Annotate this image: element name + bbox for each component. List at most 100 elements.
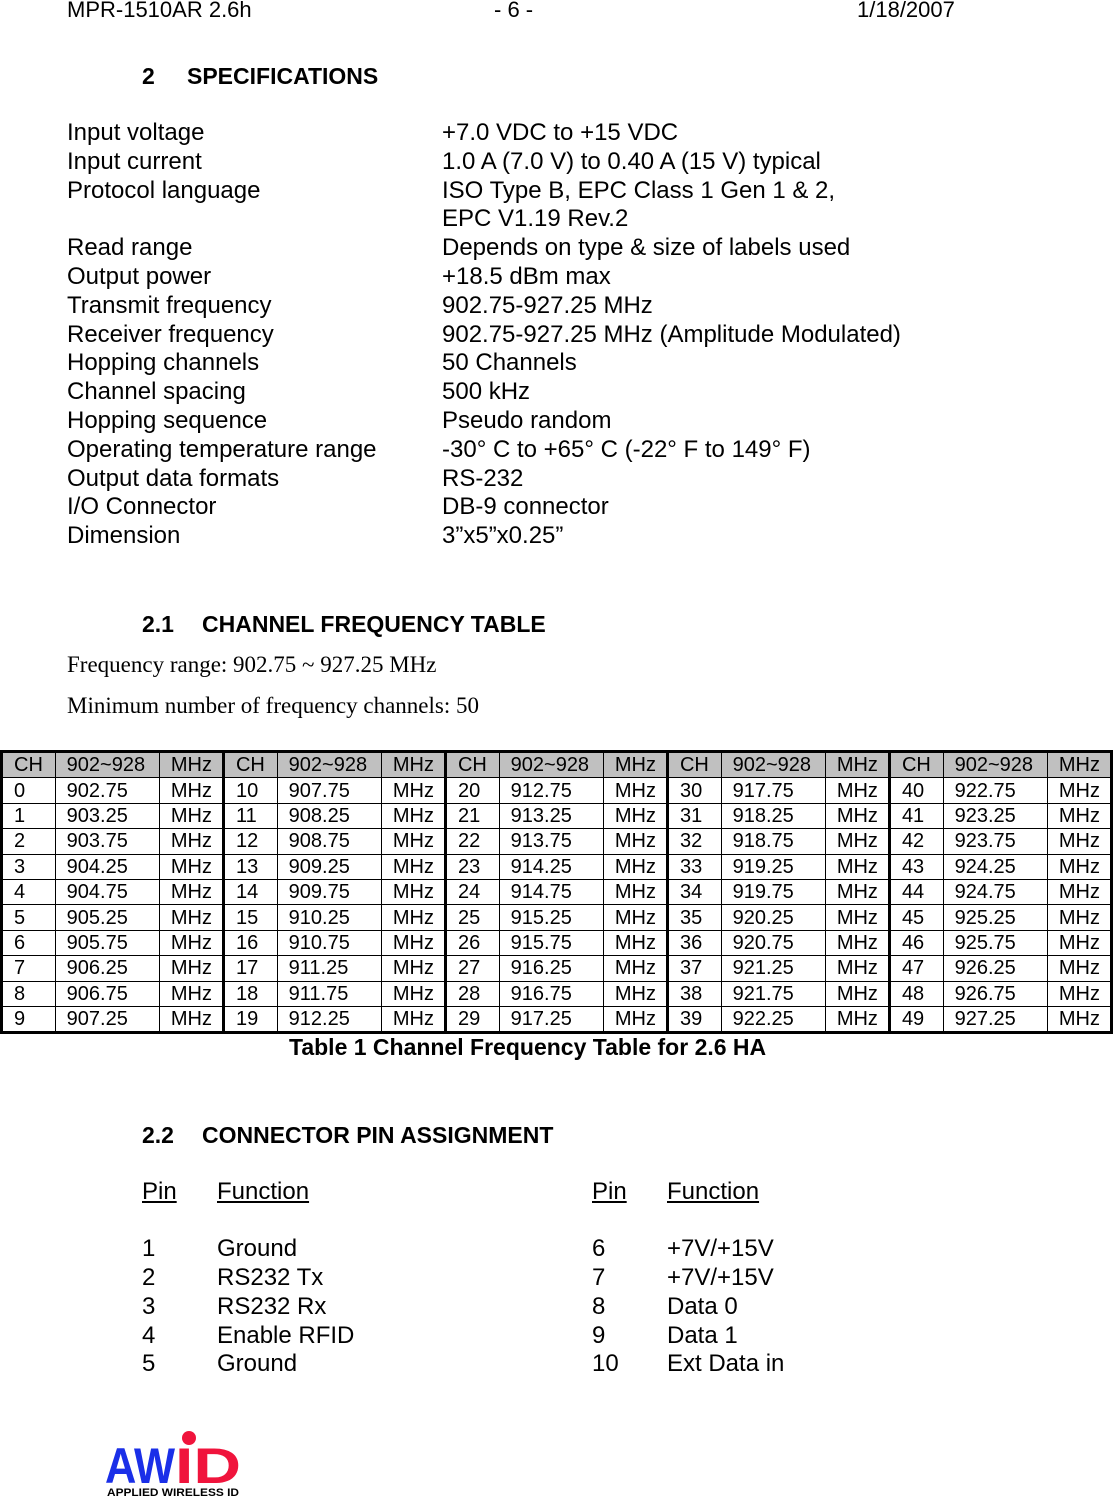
spec-row: EPC V1.19 Rev.2 [67, 205, 901, 234]
table-row: 3 904.25 MHz 13 909.25 MHz 23 914.25 MHz 33 919.25… [1, 853, 1113, 880]
pin-number: 1 [142, 1235, 156, 1263]
svg-text:AW: AW [105, 1438, 176, 1494]
document-page: MPR-1510AR 2.6h - 6 - 1/18/2007 2 SPECIF… [0, 0, 1114, 1497]
frequency-cell: 921.25 [720, 955, 827, 982]
doc-id: MPR-1510AR 2.6h [67, 0, 252, 22]
spec-label: Dimension [67, 522, 181, 550]
unit-cell: MHz [1047, 777, 1113, 804]
channel-cell: 42 [888, 828, 944, 855]
unit-cell: MHz [603, 828, 669, 855]
doc-date: 1/18/2007 [857, 0, 955, 22]
unit-cell: MHz [603, 853, 669, 880]
table-row: 9 907.25 MHz 19 912.25 MHz 29 917.25 MHz 39 922.25… [1, 1005, 1113, 1034]
spec-value: RS-232 [442, 464, 524, 492]
pin-header: Pin Function [142, 1178, 354, 1207]
unit-cell: MHz [159, 980, 225, 1007]
frequency-cell: 907.75 [276, 777, 383, 804]
frequency-cell: 910.75 [276, 929, 383, 957]
channel-cell: 9 [1, 1005, 56, 1034]
frequency-cell: 924.75 [942, 878, 1049, 906]
pin-row: 4 Enable RFID [142, 1322, 354, 1351]
spec-row: Receiver frequency 902.75-927.25 MHz (Amp… [67, 321, 901, 350]
unit-cell: MHz [381, 955, 447, 982]
unit-cell: MHz [1047, 750, 1113, 779]
unit-cell: MHz [159, 1005, 225, 1034]
unit-cell: MHz [381, 853, 447, 880]
unit-cell: MHz [825, 750, 891, 779]
frequency-cell: 916.75 [498, 980, 605, 1007]
spec-label: Channel spacing [67, 378, 246, 406]
pin-number: 3 [142, 1292, 156, 1320]
frequency-cell: 902~928 [942, 750, 1049, 779]
channel-cell: CH [666, 750, 722, 779]
frequency-cell: 926.75 [942, 980, 1049, 1007]
unit-cell: MHz [603, 929, 669, 957]
channel-frequency-table: CH 902~928 MHz CH 902~928 MHz CH 902~928 MHz CH 90… [0, 750, 1113, 1035]
spec-row: Output power +18.5 dBm max [67, 263, 901, 292]
frequency-cell: 922.75 [942, 777, 1049, 804]
function-column-header: Function [667, 1178, 760, 1205]
channel-cell: 0 [1, 777, 56, 804]
channel-cell: 15 [222, 904, 278, 931]
spec-row: Protocol language ISO Type B, EPC Class 1… [67, 177, 901, 206]
unit-cell: MHz [1047, 1005, 1113, 1034]
frequency-cell: 911.75 [276, 980, 383, 1007]
unit-cell: MHz [825, 878, 891, 906]
pin-function: Ext Data in [667, 1350, 785, 1378]
svg-text:ID: ID [175, 1438, 241, 1494]
channel-cell: 47 [888, 955, 944, 982]
frequency-cell: 911.25 [276, 955, 383, 982]
unit-cell: MHz [825, 777, 891, 804]
channel-cell: 21 [444, 802, 500, 830]
unit-cell: MHz [603, 750, 669, 779]
spec-value: +7.0 VDC to +15 VDC [442, 119, 679, 146]
pin-number: 5 [142, 1350, 156, 1378]
channel-cell: 36 [666, 929, 722, 957]
channel-cell: 8 [1, 980, 56, 1007]
pin-column-header: Pin [592, 1178, 627, 1205]
frequency-cell: 904.75 [54, 878, 161, 906]
spec-label: Transmit frequency [67, 291, 272, 319]
channel-cell: 28 [444, 980, 500, 1007]
frequency-range: Frequency range: 902.75 ~ 927.25 MHz [67, 652, 437, 677]
spec-value: 50 Channels [442, 349, 577, 377]
unit-cell: MHz [381, 904, 447, 931]
channel-cell: 45 [888, 904, 944, 931]
pin-row: 6 +7V/+15V [592, 1235, 784, 1264]
channel-cell: 35 [666, 904, 722, 931]
frequency-cell: 903.75 [54, 828, 161, 855]
channel-cell: 23 [444, 853, 500, 880]
pin-function: RS232 Tx [217, 1264, 324, 1292]
unit-cell: MHz [825, 929, 891, 957]
channel-cell: 38 [666, 980, 722, 1007]
pin-row: 10 Ext Data in [592, 1350, 784, 1379]
frequency-cell: 912.75 [498, 777, 605, 804]
channel-cell: 10 [222, 777, 278, 804]
unit-cell: MHz [1047, 929, 1113, 957]
frequency-cell: 918.25 [720, 802, 827, 830]
spec-row: I/O Connector DB-9 connector [67, 493, 901, 522]
pin-list-right: Pin Function 6 +7V/+15V 7 +7V/+15V 8 Data 0 9 Dat… [592, 1178, 784, 1379]
page-number: - 6 - [494, 0, 534, 22]
channel-cell: 34 [666, 878, 722, 906]
frequency-cell: 925.25 [942, 904, 1049, 931]
pin-number: 6 [592, 1235, 606, 1263]
unit-cell: MHz [1047, 853, 1113, 880]
channel-cell: 18 [222, 980, 278, 1007]
channel-cell: 41 [888, 802, 944, 830]
spec-label: Input current [67, 147, 202, 175]
frequency-cell: 923.75 [942, 828, 1049, 855]
awid-logo: AW ID APPLIED WIRELESS ID [105, 1428, 245, 1497]
channel-cell: 16 [222, 929, 278, 957]
spec-label: I/O Connector [67, 493, 217, 521]
channel-cell: 30 [666, 777, 722, 804]
pin-number: 2 [142, 1264, 156, 1292]
spec-row: Dimension 3”x5”x0.25” [67, 522, 901, 551]
channel-cell: 5 [1, 904, 56, 931]
frequency-cell: 921.75 [720, 980, 827, 1007]
unit-cell: MHz [825, 1005, 891, 1034]
channel-cell: 2 [1, 828, 56, 855]
unit-cell: MHz [381, 878, 447, 906]
frequency-cell: 907.25 [54, 1005, 161, 1034]
frequency-cell: 905.75 [54, 929, 161, 957]
